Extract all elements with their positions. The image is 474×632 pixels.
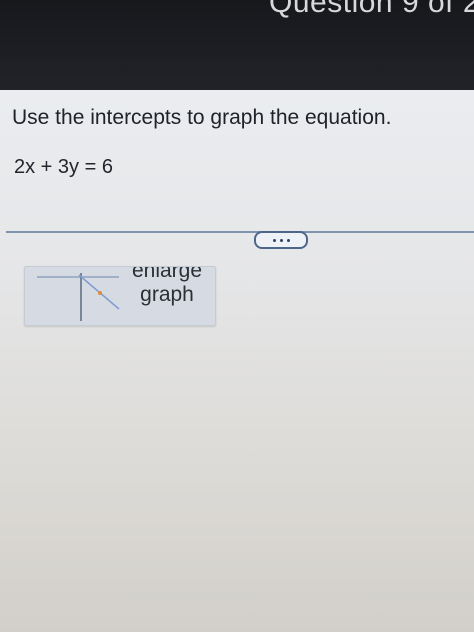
panel-divider <box>6 231 474 233</box>
expand-handle-button[interactable] <box>254 231 308 249</box>
question-counter: Question 9 of 2 <box>269 0 474 19</box>
enlarge-graph-label: enlarge graph <box>131 266 203 306</box>
graph-thumbnail-icon <box>37 273 120 321</box>
enlarge-graph-button[interactable]: enlarge graph <box>24 266 216 326</box>
more-dots-icon <box>286 238 290 242</box>
question-equation: 2x + 3y = 6 <box>14 156 113 178</box>
question-panel: Use the intercepts to graph the equation… <box>0 90 474 632</box>
question-instruction: Use the intercepts to graph the equation… <box>12 106 392 129</box>
more-dots-icon <box>272 238 276 242</box>
top-bar: Question 9 of 2 <box>0 0 474 90</box>
more-dots-icon <box>279 238 283 242</box>
